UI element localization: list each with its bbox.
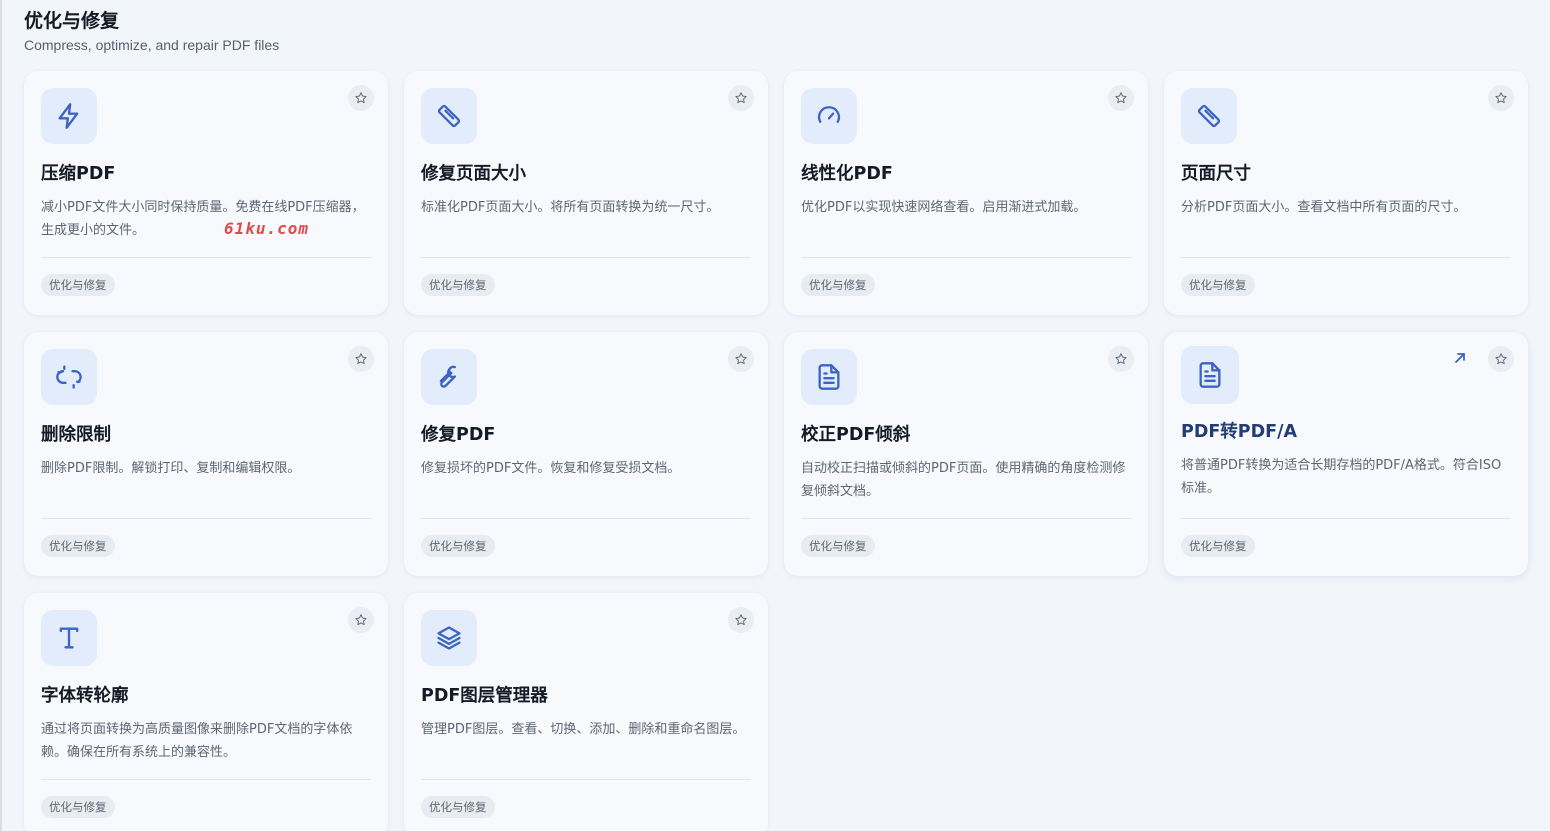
ruler-icon — [1197, 104, 1221, 128]
tool-card-remove-restrictions[interactable]: 删除限制 删除PDF限制。解锁打印、复制和编辑权限。 优化与修复 — [24, 332, 388, 576]
divider — [41, 779, 371, 780]
favorite-star-button[interactable] — [728, 346, 754, 372]
category-tag: 优化与修复 — [801, 274, 875, 296]
divider — [41, 257, 371, 258]
favorite-star-button[interactable] — [728, 85, 754, 111]
card-title: 线性化PDF — [801, 164, 893, 184]
tool-card-fix-page-size[interactable]: 修复页面大小 标准化PDF页面大小。将所有页面转换为统一尺寸。 优化与修复 — [404, 71, 768, 315]
star-icon — [355, 353, 367, 365]
document-icon — [1199, 362, 1221, 388]
divider — [421, 779, 751, 780]
divider — [801, 257, 1131, 258]
tool-card-pdf-to-pdfa[interactable]: PDF转PDF/A 将普通PDF转换为适合长期存档的PDF/A格式。符合ISO标… — [1164, 332, 1528, 576]
card-description: 删除PDF限制。解锁打印、复制和编辑权限。 — [41, 461, 301, 476]
tool-card-compress-pdf[interactable]: 压缩PDF 减小PDF文件大小同时保持质量。免费在线PDF压缩器，生成更小的文件… — [24, 71, 388, 315]
card-title: 修复页面大小 — [421, 164, 526, 184]
category-tag: 优化与修复 — [421, 274, 495, 296]
icon-container — [41, 349, 97, 405]
star-icon — [1115, 92, 1127, 104]
star-icon — [1495, 353, 1507, 365]
card-description: 优化PDF以实现快速网络查看。启用渐进式加载。 — [801, 200, 1087, 215]
ruler-icon — [437, 104, 461, 128]
favorite-star-button[interactable] — [728, 607, 754, 633]
icon-container — [801, 88, 857, 144]
tool-card-page-dimensions[interactable]: 页面尺寸 分析PDF页面大小。查看文档中所有页面的尺寸。 优化与修复 — [1164, 71, 1528, 315]
star-icon — [1495, 92, 1507, 104]
page-header: 优化与修复 Compress, optimize, and repair PDF… — [24, 8, 279, 55]
watermark: 61ku.com — [224, 219, 310, 238]
star-icon — [355, 614, 367, 626]
category-tag: 优化与修复 — [41, 535, 115, 557]
text-icon — [59, 627, 79, 649]
icon-container — [1181, 88, 1237, 144]
icon-container — [421, 88, 477, 144]
lightning-icon — [58, 103, 79, 129]
card-description: 自动校正扫描或倾斜的PDF页面。使用精确的角度检测修复倾斜文档。 — [801, 461, 1126, 499]
wrench-icon — [439, 365, 456, 388]
layers-icon — [437, 626, 461, 650]
divider — [421, 257, 751, 258]
favorite-star-button[interactable] — [1108, 346, 1134, 372]
icon-container — [801, 349, 857, 405]
favorite-star-button[interactable] — [1488, 346, 1514, 372]
category-tag: 优化与修复 — [41, 274, 115, 296]
favorite-star-button[interactable] — [348, 607, 374, 633]
document-icon — [818, 364, 840, 390]
category-tag: 优化与修复 — [1181, 274, 1255, 296]
category-tag: 优化与修复 — [41, 796, 115, 818]
tool-card-linearize-pdf[interactable]: 线性化PDF 优化PDF以实现快速网络查看。启用渐进式加载。 优化与修复 — [784, 71, 1148, 315]
divider — [41, 518, 371, 519]
external-link-icon[interactable] — [1452, 350, 1468, 366]
card-description: 分析PDF页面大小。查看文档中所有页面的尺寸。 — [1181, 200, 1467, 215]
icon-container — [41, 88, 97, 144]
category-tag: 优化与修复 — [801, 535, 875, 557]
icon-container — [421, 610, 477, 666]
category-tag: 优化与修复 — [1181, 535, 1255, 557]
star-icon — [735, 353, 747, 365]
divider — [1181, 257, 1511, 258]
card-title: 压缩PDF — [41, 164, 116, 184]
tool-grid: 压缩PDF 减小PDF文件大小同时保持质量。免费在线PDF压缩器，生成更小的文件… — [24, 71, 1528, 831]
page-title: 优化与修复 — [24, 10, 120, 32]
page-subtitle: Compress, optimize, and repair PDF files — [24, 37, 280, 53]
card-description: 标准化PDF页面大小。将所有页面转换为统一尺寸。 — [421, 200, 720, 215]
card-description: 通过将页面转换为高质量图像来删除PDF文档的字体依赖。确保在所有系统上的兼容性。 — [41, 722, 353, 760]
icon-container — [41, 610, 97, 666]
tool-card-repair-pdf[interactable]: 修复PDF 修复损坏的PDF文件。恢复和修复受损文档。 优化与修复 — [404, 332, 768, 576]
star-icon — [735, 614, 747, 626]
divider — [1181, 518, 1511, 519]
tool-card-pdf-layer-manager[interactable]: PDF图层管理器 管理PDF图层。查看、切换、添加、删除和重命名图层。 优化与修… — [404, 593, 768, 831]
card-title: 删除限制 — [41, 425, 111, 445]
star-icon — [355, 92, 367, 104]
icon-container — [421, 349, 477, 405]
icon-container — [1181, 346, 1239, 404]
card-description: 管理PDF图层。查看、切换、添加、删除和重命名图层。 — [421, 722, 746, 737]
divider — [421, 518, 751, 519]
category-tag: 优化与修复 — [421, 535, 495, 557]
card-title: 修复PDF — [421, 425, 496, 445]
tool-card-deskew-pdf[interactable]: 校正PDF倾斜 自动校正扫描或倾斜的PDF页面。使用精确的角度检测修复倾斜文档。… — [784, 332, 1148, 576]
favorite-star-button[interactable] — [348, 85, 374, 111]
favorite-star-button[interactable] — [1108, 85, 1134, 111]
card-description: 减小PDF文件大小同时保持质量。免费在线PDF压缩器，生成更小的文件。 — [41, 200, 365, 238]
card-title: PDF转PDF/A — [1181, 422, 1298, 442]
card-description: 修复损坏的PDF文件。恢复和修复受损文档。 — [421, 461, 681, 476]
tool-card-font-to-outline[interactable]: 字体转轮廓 通过将页面转换为高质量图像来删除PDF文档的字体依赖。确保在所有系统… — [24, 593, 388, 831]
divider — [801, 518, 1131, 519]
card-title: 校正PDF倾斜 — [801, 425, 911, 445]
card-description: 将普通PDF转换为适合长期存档的PDF/A格式。符合ISO标准。 — [1181, 458, 1502, 496]
left-border — [0, 0, 2, 831]
page: 优化与修复 Compress, optimize, and repair PDF… — [0, 0, 1550, 831]
card-title: PDF图层管理器 — [421, 686, 548, 706]
favorite-star-button[interactable] — [1488, 85, 1514, 111]
star-icon — [735, 92, 747, 104]
broken-link-icon — [56, 365, 82, 389]
favorite-star-button[interactable] — [348, 346, 374, 372]
category-tag: 优化与修复 — [421, 796, 495, 818]
gauge-icon — [817, 106, 841, 124]
card-title: 页面尺寸 — [1181, 164, 1251, 184]
card-title: 字体转轮廓 — [41, 686, 129, 706]
star-icon — [1115, 353, 1127, 365]
